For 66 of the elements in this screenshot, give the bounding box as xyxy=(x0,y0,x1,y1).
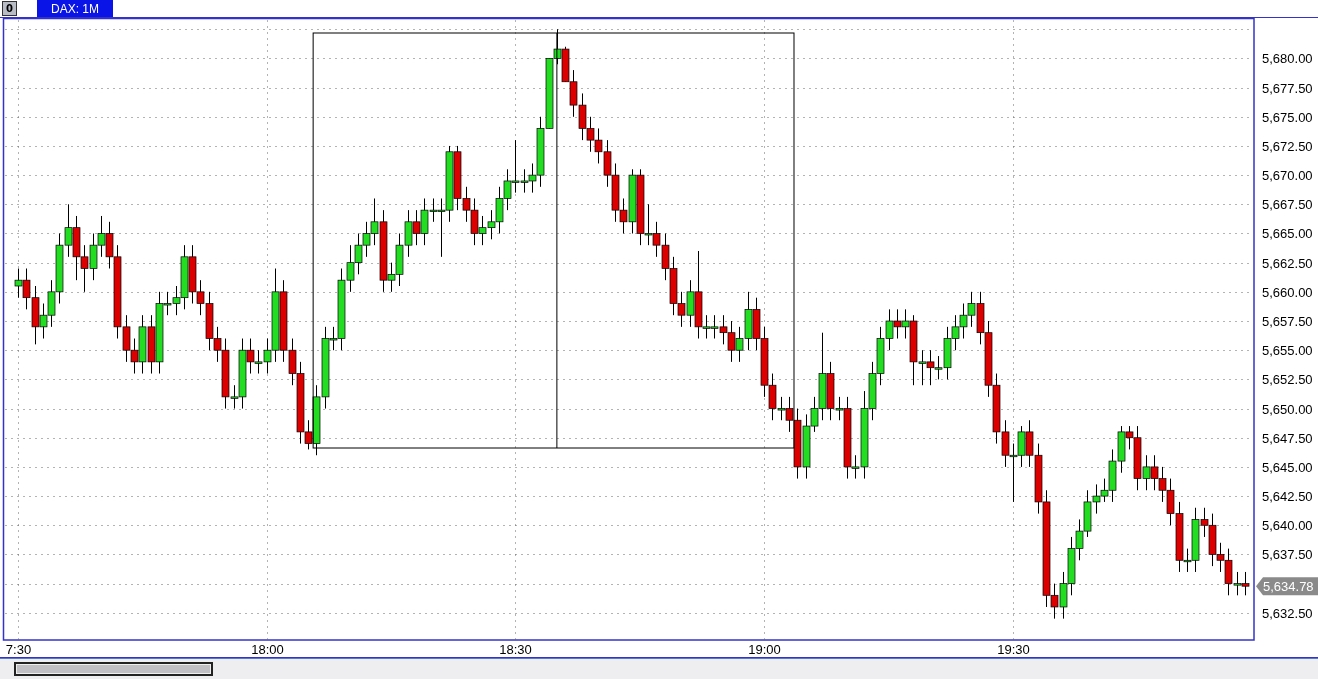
axis-label: 19:30 xyxy=(997,642,1030,657)
candle xyxy=(22,268,31,310)
axis-label: 5,642.50 xyxy=(1262,489,1313,504)
axis-label: 5,680.00 xyxy=(1262,51,1313,66)
candle xyxy=(147,314,156,375)
candle xyxy=(727,320,736,363)
axis-label: 5,652.50 xyxy=(1262,372,1313,387)
axis-label: 19:00 xyxy=(748,642,781,657)
candle xyxy=(503,168,512,211)
axis-label: 5,660.00 xyxy=(1262,285,1313,300)
candle xyxy=(64,203,73,258)
candle xyxy=(254,349,263,375)
last-price-tag: 5,634.78 xyxy=(1256,577,1318,596)
axis-label: 5,640.00 xyxy=(1262,518,1313,533)
axis-label: 5,665.00 xyxy=(1262,226,1313,241)
axis-label: 7:30 xyxy=(5,642,32,657)
candle xyxy=(362,221,371,258)
candle xyxy=(1150,454,1159,491)
axis-label: 5,667.50 xyxy=(1262,197,1313,212)
candle xyxy=(1075,518,1084,561)
candle xyxy=(14,268,23,299)
candle xyxy=(578,92,587,141)
candle xyxy=(1158,466,1167,503)
axis-label: 18:00 xyxy=(251,642,284,657)
axis-label: 5,677.50 xyxy=(1262,81,1313,96)
axis-label: 5,655.00 xyxy=(1262,343,1313,358)
candle xyxy=(569,69,578,118)
candle xyxy=(594,127,603,164)
candle xyxy=(97,215,106,258)
axis-label: 5,672.50 xyxy=(1262,139,1313,154)
axis-label: 5,637.50 xyxy=(1262,547,1313,562)
axis-label: 5,657.50 xyxy=(1262,314,1313,329)
candle xyxy=(752,297,761,351)
axis-label: 5,632.50 xyxy=(1262,606,1313,621)
candle xyxy=(710,314,719,340)
candle xyxy=(719,314,728,345)
axis-label: 5,645.00 xyxy=(1262,460,1313,475)
candle xyxy=(893,308,902,340)
candle xyxy=(561,46,570,83)
axis-label: 5,670.00 xyxy=(1262,168,1313,183)
candle xyxy=(661,233,670,281)
scrollbar-thumb[interactable] xyxy=(14,662,213,676)
candle xyxy=(1017,425,1026,468)
candle xyxy=(354,233,363,275)
candle xyxy=(80,244,89,293)
axis-label: 5,675.00 xyxy=(1262,110,1313,125)
candle xyxy=(89,233,98,281)
candle xyxy=(1009,443,1018,503)
chart-title: DAX: 1M xyxy=(37,0,113,17)
axis-label: 5,647.50 xyxy=(1262,431,1313,446)
candle xyxy=(876,326,885,386)
candle xyxy=(1067,536,1076,596)
candle xyxy=(959,303,968,340)
candle xyxy=(603,139,612,188)
candle xyxy=(1059,571,1068,620)
candle xyxy=(586,116,595,153)
candle xyxy=(72,215,81,281)
candle xyxy=(1241,571,1250,596)
axis-label: 5,650.00 xyxy=(1262,402,1313,417)
axis-label: 18:30 xyxy=(499,642,532,657)
candle xyxy=(404,209,413,258)
candle xyxy=(885,308,894,351)
axis-label: 5,662.50 xyxy=(1262,256,1313,271)
candle xyxy=(412,209,421,246)
candle xyxy=(652,221,661,258)
window-button[interactable]: 0 xyxy=(2,1,17,16)
